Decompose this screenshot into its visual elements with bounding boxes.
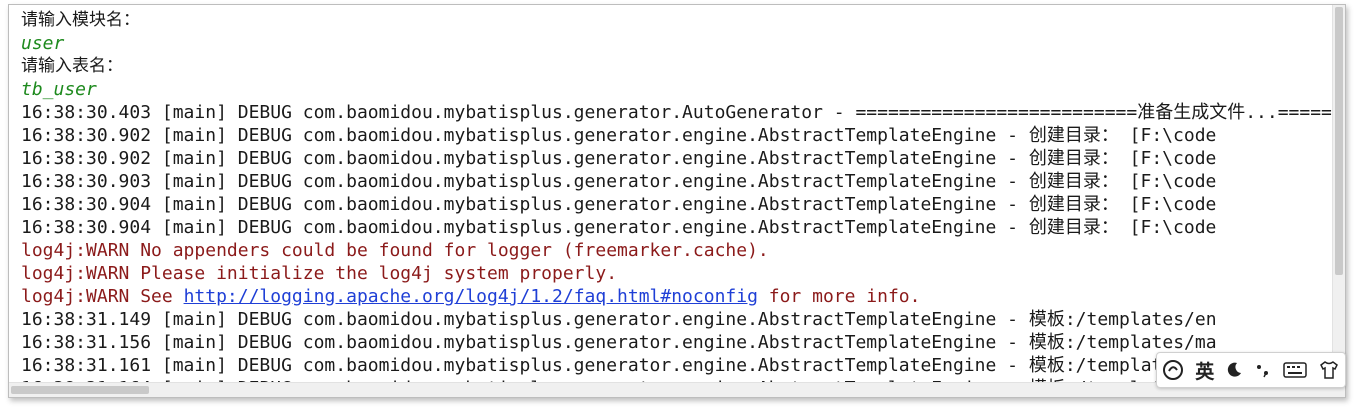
console-window: 请输入模块名： user 请输入表名： tb_user 16:38:30.403 [ma… [8, 4, 1346, 398]
ime-logo-icon[interactable] [1162, 359, 1184, 381]
console-debug-line: 16:38:30.403 [main] DEBUG com.baomidou.m… [21, 102, 1333, 123]
console-debug-line: 16:38:31.156 [main] DEBUG com.baomidou.m… [21, 332, 1217, 353]
console-debug-line: 16:38:30.904 [main] DEBUG com.baomidou.m… [21, 194, 1217, 215]
crescent-moon-icon[interactable] [1225, 361, 1243, 379]
console-warn-line: log4j:WARN See http://logging.apache.org… [21, 285, 920, 308]
keyboard-icon[interactable] [1282, 362, 1307, 378]
warn-suffix: for more info. [757, 286, 921, 307]
console-prompt: 请输入模块名： [21, 10, 140, 30]
console-debug-line: 16:38:30.902 [main] DEBUG com.baomidou.m… [21, 125, 1217, 146]
horizontal-scroll-thumb[interactable] [11, 386, 149, 394]
console-output: 请输入模块名： user 请输入表名： tb_user 16:38:30.403 [ma… [9, 5, 1333, 383]
punctuation-icon[interactable] [1254, 361, 1272, 379]
console-user-input: user [21, 33, 65, 54]
language-toggle[interactable]: 英 [1195, 357, 1214, 384]
console-warn-line: log4j:WARN No appenders could be found f… [21, 240, 769, 261]
ime-toolbar[interactable]: 英 [1156, 352, 1346, 388]
console-debug-line: 16:38:30.903 [main] DEBUG com.baomidou.m… [21, 171, 1217, 192]
shirt-icon[interactable] [1318, 360, 1340, 380]
console-debug-line: 16:38:31.161 [main] DEBUG com.baomidou.m… [21, 355, 1195, 376]
console-prompt: 请输入表名： [21, 56, 123, 76]
console-warn-line: log4j:WARN Please initialize the log4j s… [21, 263, 618, 284]
vertical-scrollbar[interactable] [1332, 5, 1345, 383]
console-debug-line: 16:38:30.902 [main] DEBUG com.baomidou.m… [21, 148, 1217, 169]
console-debug-line: 16:38:30.904 [main] DEBUG com.baomidou.m… [21, 217, 1217, 238]
warn-prefix: log4j:WARN See [21, 286, 184, 307]
horizontal-scrollbar[interactable] [9, 382, 1345, 397]
log4j-faq-link[interactable]: http://logging.apache.org/log4j/1.2/faq.… [184, 286, 758, 307]
console-debug-line: 16:38:31.149 [main] DEBUG com.baomidou.m… [21, 309, 1217, 330]
vertical-scroll-thumb[interactable] [1335, 7, 1343, 275]
console-user-input: tb_user [21, 79, 97, 100]
